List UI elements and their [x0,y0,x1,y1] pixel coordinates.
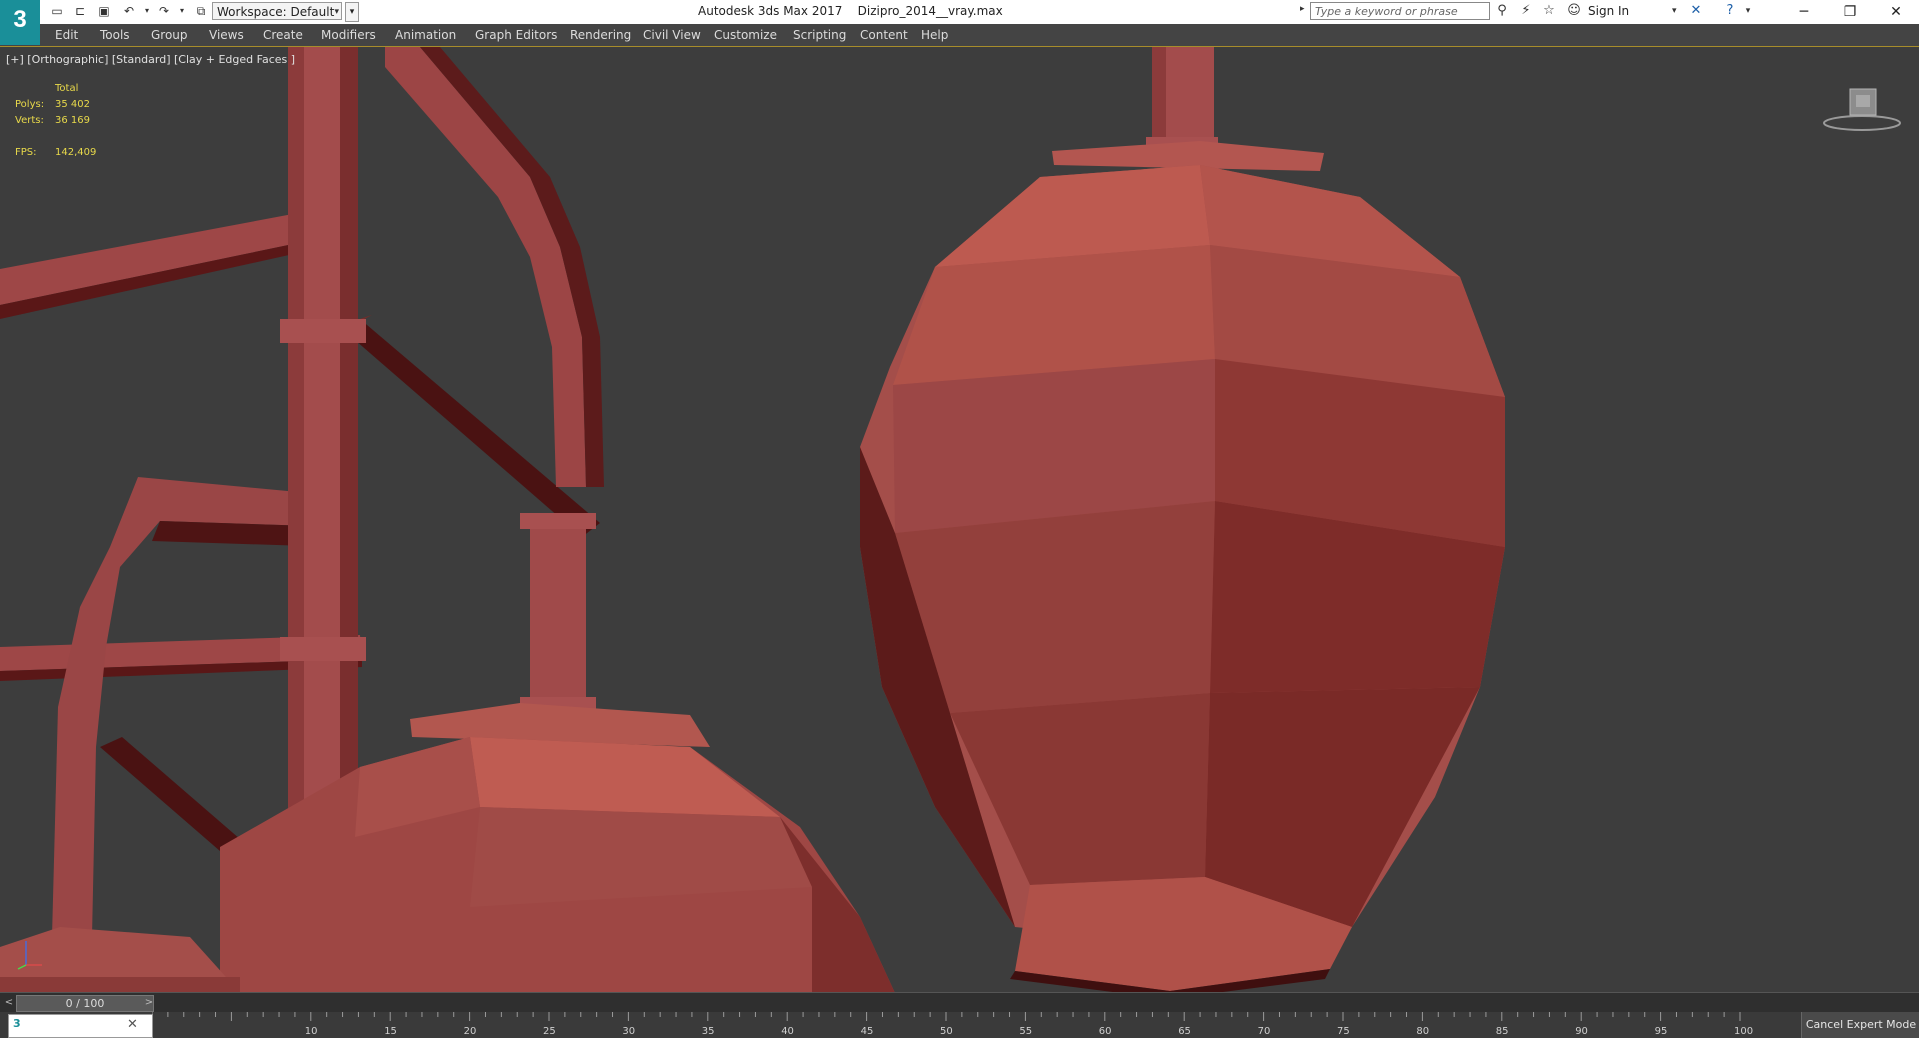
pipe-vertical-middle [530,523,586,703]
menu-graph-editors[interactable]: Graph Editors [475,27,557,43]
minimize-button[interactable]: ─ [1781,0,1827,24]
project-folder-icon[interactable]: ⧉ [194,4,208,18]
title-bar: ▭ ⊏ ▣ ↶ ▾ ↷ ▾ ⧉ Workspace: Default ▾ ▾ A… [0,0,1919,25]
timeline-tick-label: 65 [1178,1026,1191,1037]
stats-verts-value: 36 169 [55,115,90,126]
viewcube-icon[interactable] [1820,81,1904,137]
open-file-icon[interactable]: ⊏ [73,4,87,18]
menu-customize[interactable]: Customize [714,27,777,43]
workspace-dropdown[interactable]: Workspace: Default ▾ [212,2,342,20]
timeline-tick-label: 90 [1575,1026,1588,1037]
timeline-tick-label: 10 [304,1026,318,1037]
scene-geometry [0,47,1505,993]
help-icon[interactable]: ? [1722,3,1738,19]
undo-icon[interactable]: ↶ [122,4,136,18]
sign-in-button[interactable]: Sign In [1588,4,1629,18]
timeline-tick-label: 100 [1734,1026,1754,1037]
cancel-expert-mode-button[interactable]: Cancel Expert Mode [1801,1012,1919,1038]
file-name: Dizipro_2014__vray.max [857,4,1003,18]
pipe-collar-1 [280,319,366,343]
search-expand-icon[interactable]: ▸ [1300,4,1305,14]
bottom-bar: 3 ✕ 10 15 20 25 30 35 40 45 50 55 60 65 70 75 80 85 90 95… [0,1012,1919,1038]
timeline-tick-label: 75 [1337,1026,1350,1037]
menu-scripting[interactable]: Scripting [793,27,846,43]
timeline-tick-label: 70 [1257,1026,1271,1037]
close-button[interactable]: ✕ [1873,0,1919,24]
menu-content[interactable]: Content [860,27,908,43]
timeline-tick-label: 30 [622,1026,636,1037]
menu-bar: Edit Tools Group Views Create Modifiers … [0,24,1919,47]
close-icon[interactable]: ✕ [127,1017,138,1032]
menu-group[interactable]: Group [151,27,188,43]
viewport-label[interactable]: [+] [Orthographic] [Standard] [Clay + Ed… [6,53,295,66]
save-file-icon[interactable]: ▣ [97,4,111,18]
new-file-icon[interactable]: ▭ [50,4,64,18]
timeline-tick-label: 40 [781,1026,794,1037]
menu-help[interactable]: Help [921,27,948,43]
time-slider-thumb[interactable]: 0 / 100 [16,995,154,1012]
chevron-down-icon: ▾ [334,7,339,17]
stats-polys-value: 35 402 [55,99,90,110]
binoculars-icon[interactable]: ⚲ [1494,3,1510,19]
user-icon[interactable]: ☺ [1566,3,1582,19]
tank-middle-cap [410,703,710,747]
restore-button[interactable]: ❐ [1827,0,1873,24]
timeline-tick-label: 95 [1654,1026,1668,1037]
timeline-tick-label: 55 [1019,1026,1033,1037]
menu-edit[interactable]: Edit [55,27,78,43]
stats-polys-label: Polys: [15,99,45,110]
timeline-tick-label: 50 [940,1026,953,1037]
quick-access-menu-button[interactable]: ▾ [345,2,359,22]
favorites-star-icon[interactable]: ☆ [1541,3,1557,19]
window-title: Autodesk 3ds Max 2017 Dizipro_2014__vray… [698,4,1003,18]
previous-frame-icon[interactable]: < [2,995,16,1011]
app-title: Autodesk 3ds Max 2017 [698,4,843,18]
time-slider[interactable]: < 0 / 100 > [0,992,1919,1013]
help-dropdown-icon[interactable]: ▾ [1740,3,1756,19]
timeline-tick-label: 85 [1495,1026,1509,1037]
search-input[interactable]: Type a keyword or phrase [1310,2,1490,20]
menu-animation[interactable]: Animation [395,27,456,43]
axis-tripod-icon [17,941,42,970]
menu-rendering[interactable]: Rendering [570,27,631,43]
chevron-down-icon[interactable]: ▾ [1672,6,1677,16]
menu-modifiers[interactable]: Modifiers [321,27,376,43]
stats-fps-value: 142,409 [55,147,97,158]
stats-total-label: Total [55,83,79,94]
maxscript-icon: 3 [13,1017,21,1030]
redo-icon[interactable]: ↷ [157,4,171,18]
timeline-tick-label: 80 [1416,1026,1430,1037]
timeline-tick-label: 60 [1098,1026,1112,1037]
timeline-tick-label: 20 [463,1026,477,1037]
undo-dropdown-icon[interactable]: ▾ [140,4,154,18]
communication-center-icon[interactable]: ⚡ [1518,3,1534,19]
menu-create[interactable]: Create [263,27,303,43]
timeline-tick-label: 25 [543,1026,556,1037]
exchange-apps-icon[interactable]: ✕ [1688,3,1704,19]
app-logo[interactable]: 3 [0,0,40,45]
viewport-orthographic[interactable]: [+] [Orthographic] [Standard] [Clay + Ed… [0,46,1919,993]
next-frame-icon[interactable]: > [142,995,156,1011]
menu-civil-view[interactable]: Civil View [643,27,701,43]
maxscript-listener[interactable]: 3 ✕ [8,1014,153,1038]
timeline-tick-label: 35 [701,1026,715,1037]
menu-tools[interactable]: Tools [100,27,130,43]
stats-verts-label: Verts: [15,115,44,126]
menu-views[interactable]: Views [209,27,244,43]
workspace-label: Workspace: Default [217,5,335,19]
pipe-collar-2 [280,637,366,661]
timeline-tick-label: 45 [860,1026,874,1037]
timeline-tick-label: 15 [384,1026,397,1037]
redo-dropdown-icon[interactable]: ▾ [175,4,189,18]
stats-fps-label: FPS: [15,147,37,158]
